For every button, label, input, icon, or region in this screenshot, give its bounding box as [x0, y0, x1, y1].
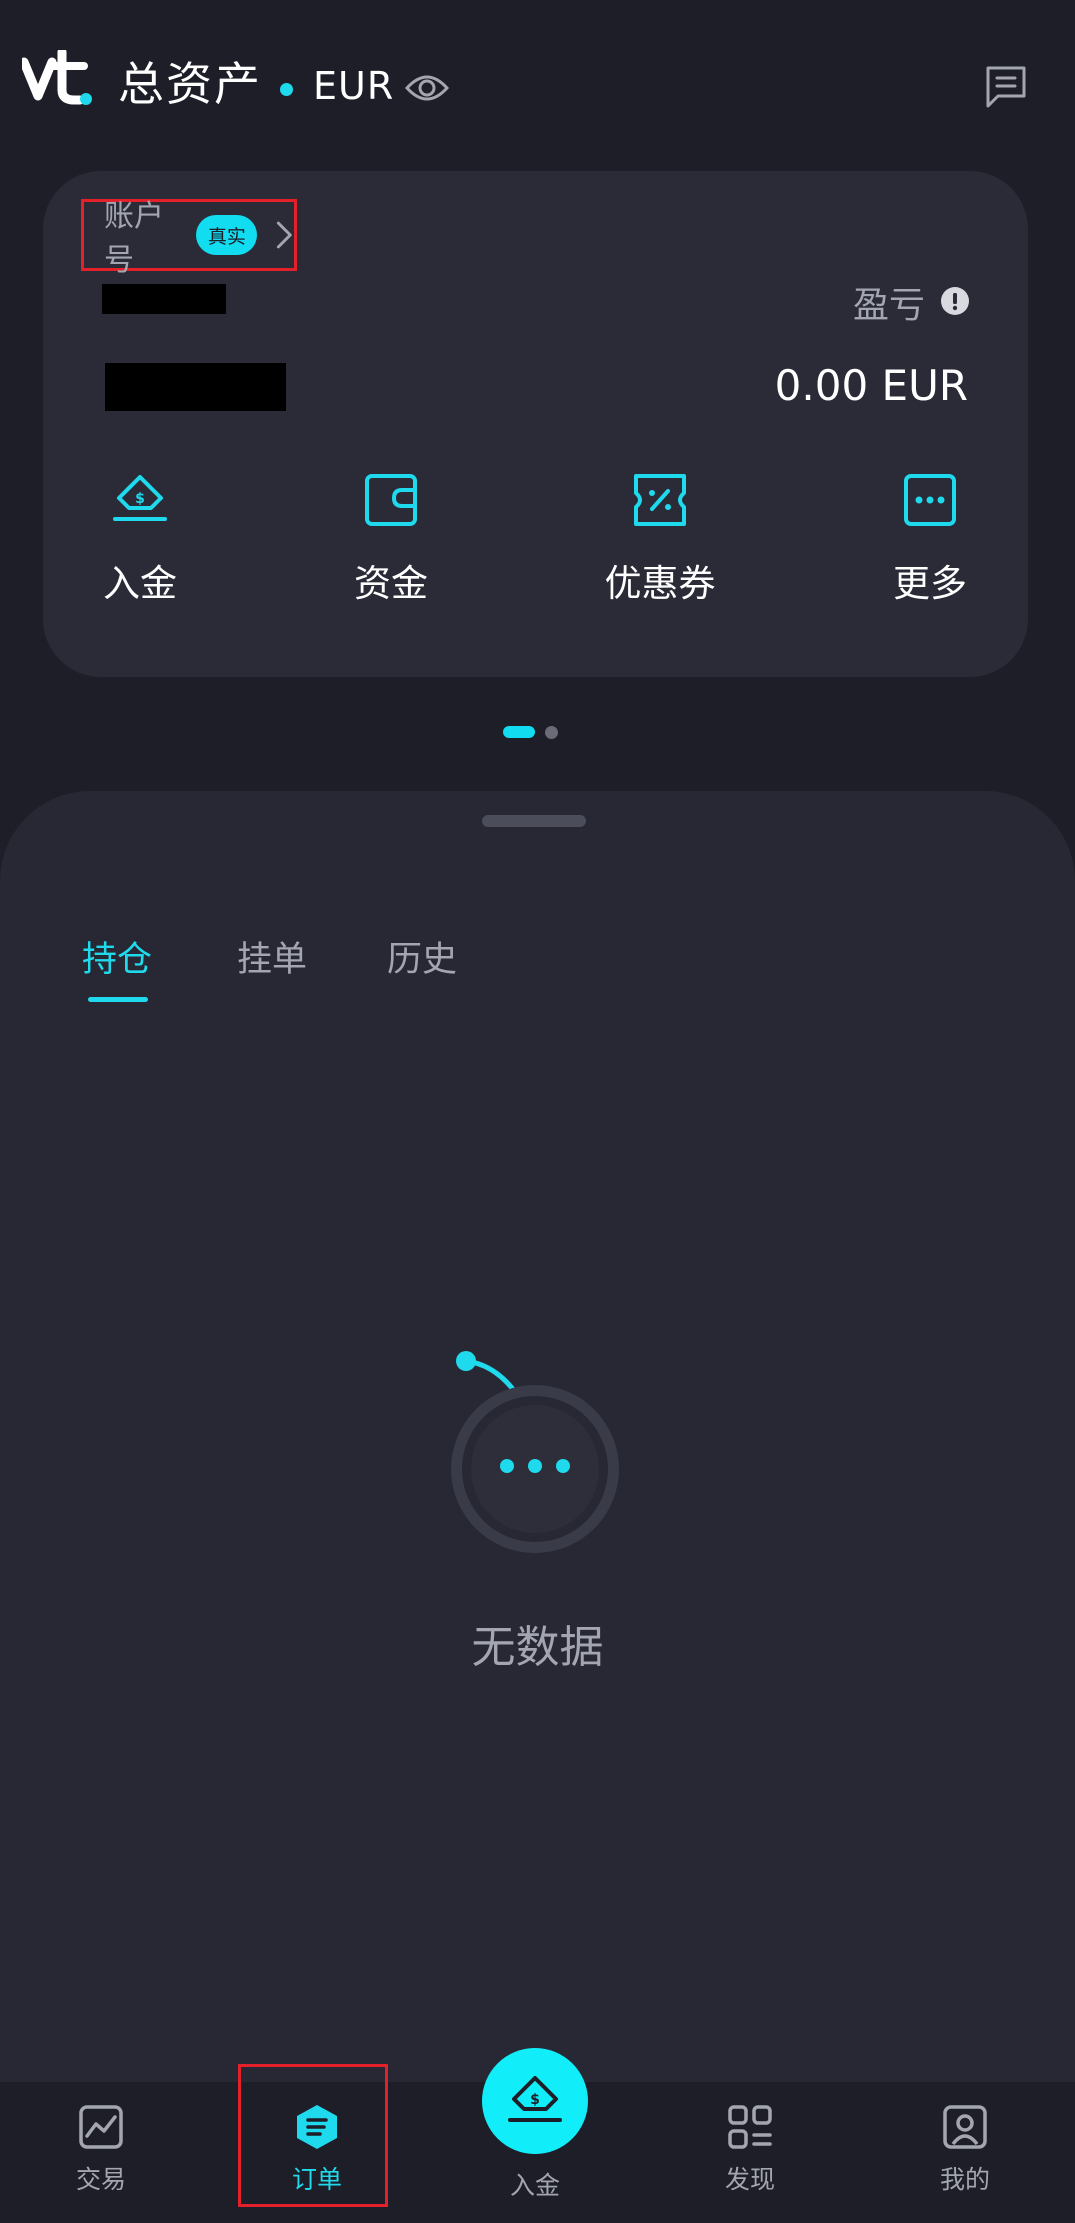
- page: 总资产 EUR 账户号 真实 盈亏 0.00 EUR $ 入金 资金 优惠券 更…: [0, 0, 1075, 2223]
- nav-item-trade[interactable]: 交易: [26, 2104, 176, 2196]
- pager-dot[interactable]: [545, 726, 558, 739]
- tab-indicator: [88, 997, 148, 1002]
- highlight-box-orders: [238, 2064, 388, 2207]
- nav-label-deposit: 入金: [509, 2171, 560, 2200]
- profit-loss-value: 0.00 EUR: [774, 361, 968, 410]
- chevron-right-icon: [277, 221, 293, 249]
- svg-text:$: $: [135, 491, 145, 507]
- action-label: 优惠券: [604, 562, 716, 605]
- action-coupons[interactable]: 优惠券: [560, 471, 760, 631]
- pager-dot-active[interactable]: [503, 726, 535, 738]
- more-icon: [904, 474, 956, 526]
- action-label: 资金: [354, 562, 428, 605]
- currency-dot: [280, 83, 293, 96]
- deposit-icon: $: [113, 475, 167, 521]
- profit-loss-label: 盈亏: [853, 285, 926, 326]
- message-icon[interactable]: [984, 64, 1028, 108]
- svg-text:$: $: [530, 2092, 540, 2108]
- nav-item-discover[interactable]: 发现: [675, 2104, 825, 2196]
- action-deposit[interactable]: $ 入金: [40, 471, 240, 631]
- nav-item-deposit[interactable]: $: [482, 2048, 588, 2154]
- account-number-label: 账户号: [104, 199, 164, 278]
- discover-icon: [728, 2105, 772, 2149]
- vt-logo-icon: [22, 50, 92, 105]
- account-number-row[interactable]: 账户号 真实: [81, 199, 297, 278]
- wallet-icon: [365, 474, 417, 526]
- redacted-account-number: [102, 284, 226, 314]
- chart-icon: [79, 2105, 123, 2149]
- eye-icon[interactable]: [405, 70, 449, 106]
- tab-history[interactable]: 历史: [387, 931, 457, 982]
- redacted-balance: [105, 363, 286, 411]
- empty-state-text: 无数据: [471, 1622, 604, 1673]
- sheet-drag-handle[interactable]: [482, 815, 586, 827]
- action-more[interactable]: 更多: [830, 471, 1030, 631]
- account-card: 账户号 真实 盈亏 0.00 EUR $ 入金 资金 优惠券 更多: [43, 171, 1028, 677]
- order-tabs: 持仓 挂单 历史: [0, 931, 1075, 1021]
- orders-sheet: 持仓 挂单 历史 无数据: [0, 791, 1075, 2091]
- nav-label: 交易: [75, 2165, 126, 2194]
- info-icon[interactable]: [940, 286, 970, 316]
- page-title: 总资产: [118, 57, 262, 111]
- tab-positions[interactable]: 持仓: [82, 931, 152, 982]
- action-label: 入金: [103, 562, 177, 605]
- card-pager: [503, 724, 559, 740]
- action-label: 更多: [893, 562, 967, 605]
- deposit-icon: $: [508, 2076, 562, 2122]
- profile-icon: [943, 2105, 987, 2149]
- empty-state-icon: [451, 1351, 619, 1553]
- tab-pending-orders[interactable]: 挂单: [237, 931, 307, 982]
- nav-label: 我的: [939, 2165, 990, 2194]
- account-type-badge: 真实: [196, 215, 258, 255]
- nav-item-profile[interactable]: 我的: [890, 2104, 1040, 2196]
- quick-actions: $ 入金 资金 优惠券 更多: [43, 471, 1028, 641]
- header: 总资产 EUR: [0, 0, 1075, 170]
- action-funds[interactable]: 资金: [291, 471, 491, 631]
- nav-label: 发现: [724, 2165, 775, 2194]
- coupon-icon: [634, 474, 686, 526]
- currency-selector[interactable]: EUR: [313, 64, 394, 108]
